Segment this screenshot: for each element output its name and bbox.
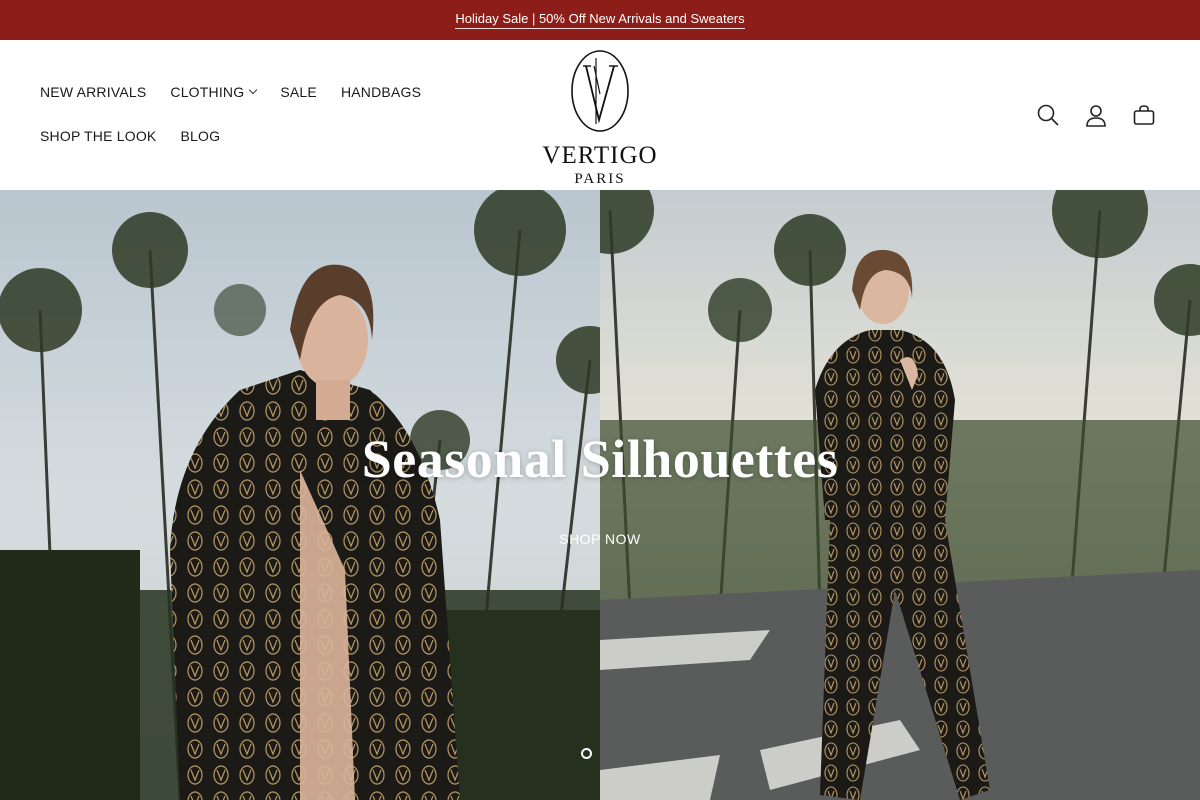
logo-emblem-icon — [571, 50, 629, 132]
slideshow-pagination — [581, 748, 592, 759]
nav-blog-label: BLOG — [180, 128, 221, 144]
nav-clothing-label: CLOTHING — [170, 84, 245, 100]
hero-image-left — [0, 190, 600, 800]
secondary-nav: SHOP THE LOOK BLOG — [40, 128, 220, 144]
search-icon[interactable] — [1036, 102, 1060, 128]
primary-nav: NEW ARRIVALS CLOTHING SALE HANDBAGS — [40, 84, 421, 100]
nav-new-arrivals-label: NEW ARRIVALS — [40, 84, 147, 100]
cart-icon[interactable] — [1132, 102, 1156, 128]
site-header: NEW ARRIVALS CLOTHING SALE HANDBAGS SHOP… — [0, 40, 1200, 190]
nav-clothing[interactable]: CLOTHING — [170, 84, 258, 100]
nav-new-arrivals[interactable]: NEW ARRIVALS — [40, 84, 146, 100]
shop-now-button[interactable]: SHOP NOW — [540, 530, 660, 548]
nav-shop-the-look-label: SHOP THE LOOK — [40, 128, 157, 144]
hero-slideshow: Seasonal Silhouettes SHOP NOW — [0, 190, 1200, 800]
nav-handbags-label: HANDBAGS — [340, 84, 422, 100]
brand-logo[interactable]: VERTIGO PARIS — [536, 48, 664, 187]
logo-subtitle: PARIS — [574, 171, 626, 187]
announcement-bar: Holiday Sale | 50% Off New Arrivals and … — [0, 0, 1200, 40]
chevron-down-icon — [249, 85, 258, 95]
logo-wordmark: VERTIGO — [542, 142, 658, 169]
header-actions — [1036, 102, 1156, 128]
nav-handbags[interactable]: HANDBAGS — [341, 84, 421, 100]
slide-dot[interactable] — [581, 748, 592, 759]
nav-sale-label: SALE — [280, 84, 317, 100]
nav-blog[interactable]: BLOG — [180, 128, 220, 144]
account-icon[interactable] — [1084, 102, 1108, 128]
nav-shop-the-look[interactable]: SHOP THE LOOK — [40, 128, 156, 144]
announcement-link[interactable]: Holiday Sale | 50% Off New Arrivals and … — [455, 11, 745, 29]
hero-title: Seasonal Silhouettes — [361, 429, 839, 489]
hero-image-right — [600, 190, 1200, 800]
nav-sale[interactable]: SALE — [280, 84, 317, 100]
